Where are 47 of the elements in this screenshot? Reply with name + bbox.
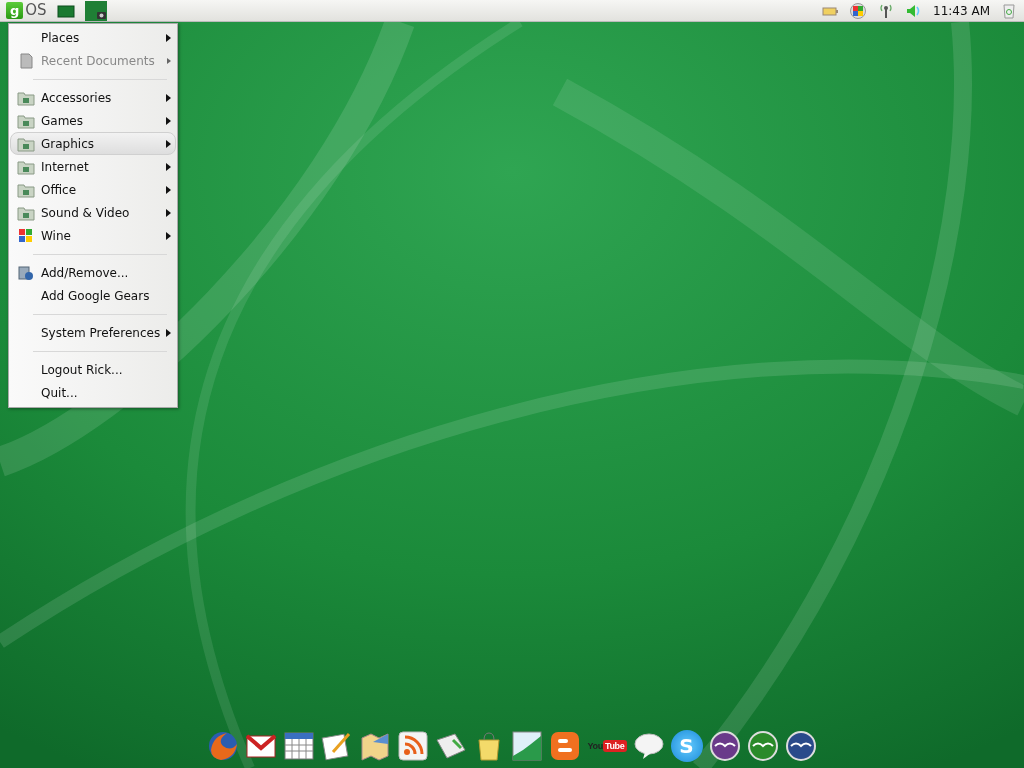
folder-icon xyxy=(17,89,35,106)
submenu-arrow-icon xyxy=(166,208,171,217)
clock[interactable]: 11:43 AM xyxy=(933,3,990,18)
flag-icon[interactable] xyxy=(849,2,868,19)
submenu-arrow-icon xyxy=(166,33,171,42)
menu-item[interactable]: Add Google Gears xyxy=(10,284,176,307)
window-thumbnail-icon[interactable] xyxy=(56,2,75,19)
menu-item[interactable]: Accessories xyxy=(10,86,176,109)
menu-item[interactable]: Internet xyxy=(10,155,176,178)
submenu-arrow-icon xyxy=(166,162,171,171)
submenu-arrow-icon xyxy=(167,57,171,64)
submenu-arrow-icon xyxy=(166,185,171,194)
folder-icon xyxy=(17,158,35,175)
logo-badge: g xyxy=(6,2,24,19)
feed-icon[interactable] xyxy=(397,730,430,762)
menu-item[interactable]: Sound & Video xyxy=(10,201,176,224)
calendar-icon[interactable] xyxy=(283,730,316,762)
package-icon xyxy=(17,264,35,281)
menu-logo-button[interactable]: g OS xyxy=(6,2,47,19)
submenu-arrow-icon xyxy=(166,116,171,125)
submenu-arrow-icon xyxy=(166,231,171,240)
blog-icon[interactable] xyxy=(549,730,582,762)
menu-item[interactable]: Office xyxy=(10,178,176,201)
menu-item[interactable]: Places xyxy=(10,26,176,49)
seagull-icon[interactable] xyxy=(708,730,741,762)
logo-text: OS xyxy=(25,2,47,19)
menu-item[interactable]: Wine xyxy=(10,224,176,247)
submenu-arrow-icon xyxy=(166,93,171,102)
menu-item[interactable]: Games xyxy=(10,109,176,132)
document-icon xyxy=(17,52,35,69)
menu-item[interactable]: Logout Rick... xyxy=(10,358,176,381)
window-thumbnail-icon[interactable] xyxy=(84,0,107,21)
menu-item[interactable]: Quit... xyxy=(10,381,176,404)
folder-icon xyxy=(17,181,35,198)
flag-icon xyxy=(17,227,35,244)
seagull-icon[interactable] xyxy=(746,730,779,762)
folder-icon xyxy=(17,112,35,129)
folder-icon xyxy=(17,204,35,221)
folder-icon xyxy=(17,135,35,152)
menu-item[interactable]: System Preferences xyxy=(10,321,176,344)
menu-item[interactable]: Add/Remove... xyxy=(10,261,176,284)
menu-item[interactable]: Graphics xyxy=(10,132,176,155)
seagull-icon[interactable] xyxy=(784,730,817,762)
speech-bubble-icon[interactable] xyxy=(632,730,665,762)
submenu-arrow-icon xyxy=(166,328,171,337)
submenu-arrow-icon xyxy=(166,139,171,148)
chart-icon[interactable] xyxy=(511,730,544,762)
